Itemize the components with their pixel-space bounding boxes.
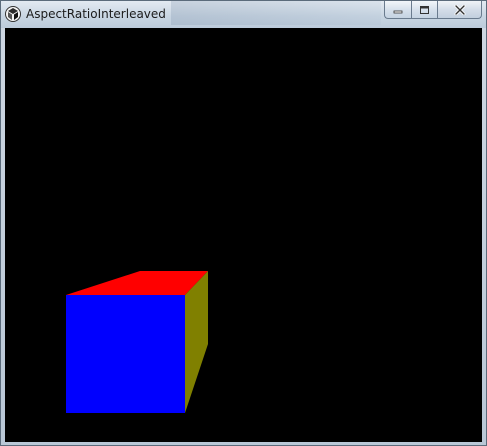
cube-side-face (185, 271, 208, 413)
cube-scene (66, 271, 208, 413)
app-icon[interactable] (5, 6, 21, 22)
cube-front-face (66, 295, 185, 413)
minimize-icon (393, 10, 403, 13)
render-viewport[interactable] (5, 28, 482, 442)
cube-top-face (66, 271, 208, 295)
title-bar[interactable]: AspectRatioInterleaved (1, 1, 486, 28)
close-icon (454, 4, 465, 15)
minimize-button[interactable] (384, 1, 411, 19)
maximize-button[interactable] (411, 1, 437, 19)
maximize-icon (420, 5, 429, 14)
close-button[interactable] (437, 1, 482, 19)
window-title: AspectRatioInterleaved (26, 7, 166, 21)
app-window: AspectRatioInterleaved (0, 0, 487, 446)
caption-buttons (384, 1, 482, 21)
